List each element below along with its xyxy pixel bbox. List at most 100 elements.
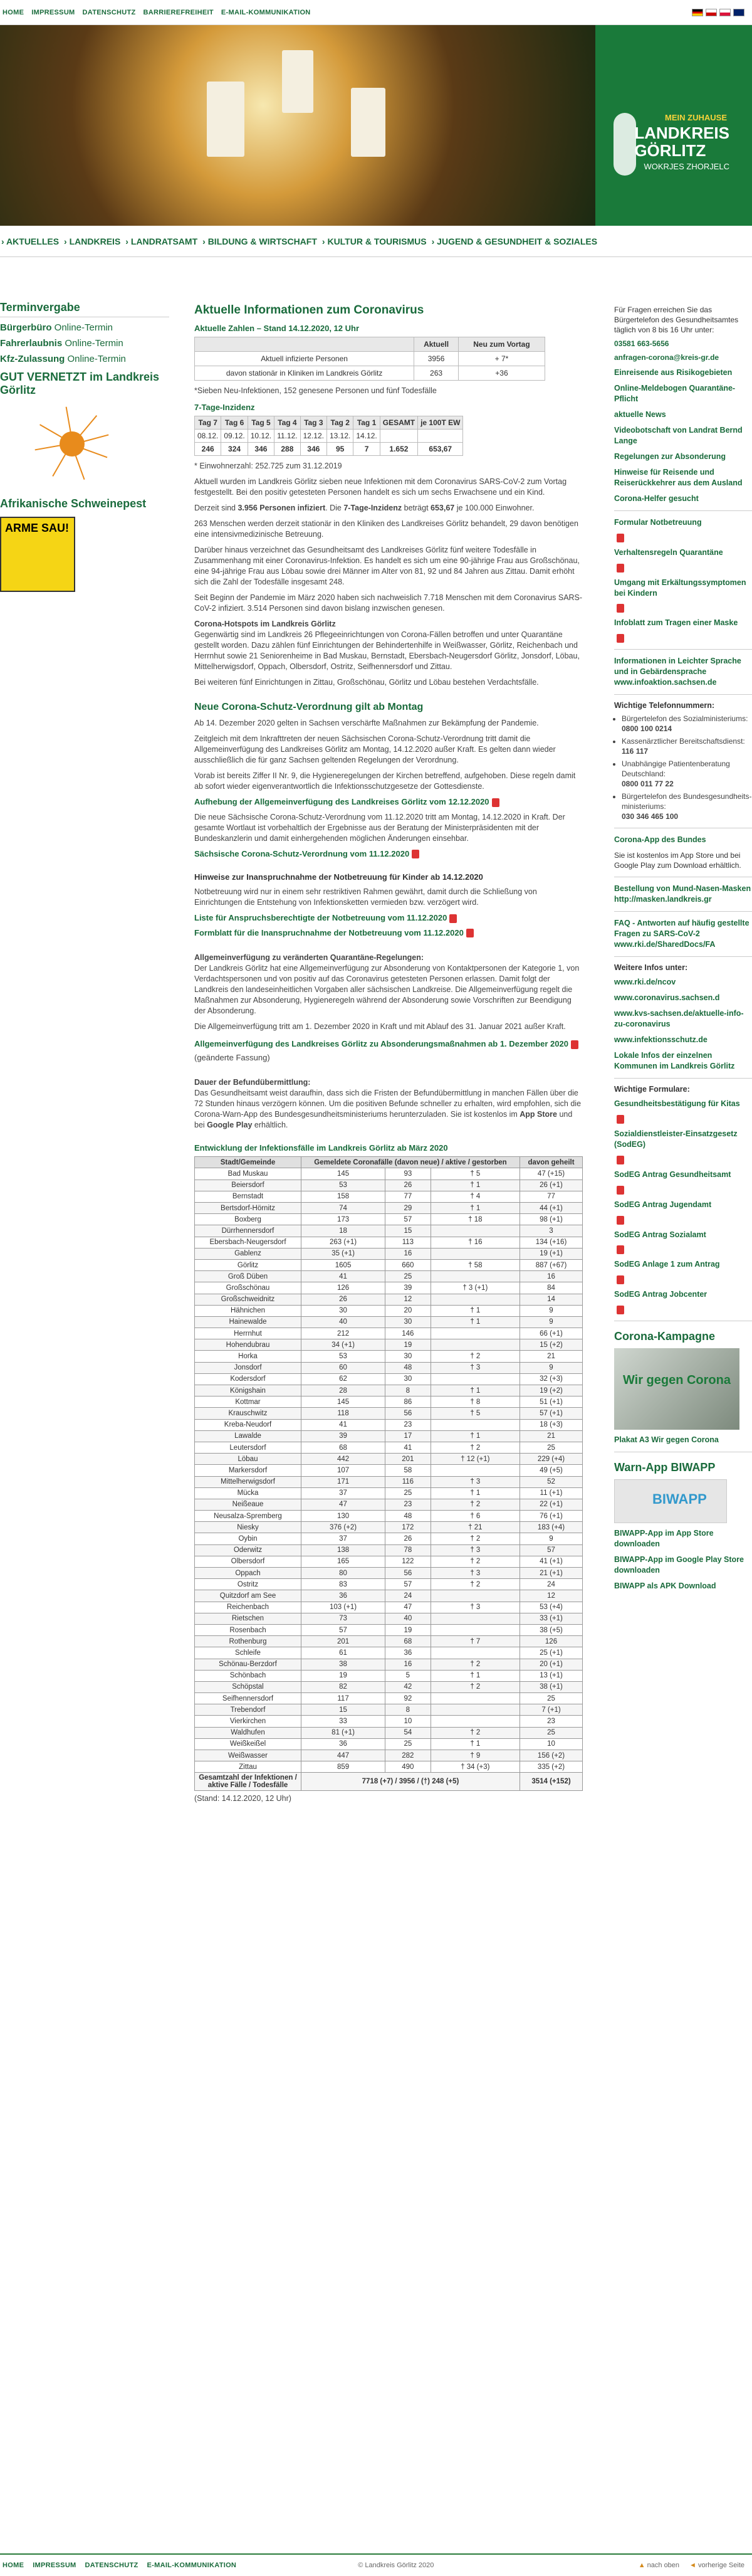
faq-link[interactable]: FAQ - Antworten auf häufig gestellte Fra… — [614, 918, 752, 950]
sidebar-link[interactable]: www.coronavirus.sachsen.d — [614, 993, 752, 1003]
flag-pl-icon[interactable] — [719, 8, 731, 16]
table-cell: Mittelherwigsdorf — [194, 1475, 301, 1488]
termin-link-kfz[interactable]: Kfz-Zulassung Online-Termin — [0, 354, 169, 364]
table-row: Hohendubrau 34 (+1) 19 15 (+2) — [194, 1339, 583, 1351]
sidebar-link[interactable]: Lokale Infos der einzelnen Kommunen im L… — [614, 1050, 752, 1072]
table-cell: 19 — [385, 1623, 431, 1637]
top-nav-datenschutz[interactable]: DATENSCHUTZ — [83, 9, 136, 16]
table-cell: 8 — [385, 1384, 431, 1397]
kampagne-image[interactable]: Wir gegen Corona — [614, 1348, 739, 1430]
app-heading[interactable]: Corona-App des Bundes — [614, 835, 752, 845]
sidebar-link[interactable]: Regelungen zur Absonderung — [614, 451, 752, 462]
table-cell: Jonsdorf — [194, 1361, 301, 1374]
sidebar-link[interactable]: Online-Meldebogen Quarantäne-Pflicht — [614, 383, 752, 404]
note-population: * Einwohnerzahl: 252.725 zum 31.12.2019 — [194, 462, 342, 470]
phone-number[interactable]: 03581 663-5656 — [614, 339, 752, 349]
phone-number[interactable]: 030 346 465 100 — [622, 811, 752, 821]
table-cell: Bad Muskau — [194, 1168, 301, 1180]
table-cell: 288 — [274, 442, 301, 456]
sidebar-link[interactable]: Gesundheitsbestätigung für Kitas — [614, 1099, 752, 1109]
sidebar-link[interactable]: Umgang mit Erkältungssymptomen bei Kinde… — [614, 578, 752, 599]
sidebar-link[interactable]: SodEG Anlage 1 zum Antrag — [614, 1259, 752, 1270]
nav-jugend[interactable]: › JUGEND & GESUNDHEIT & SOZIALES — [432, 236, 597, 246]
link-formblatt-notbetreuung[interactable]: Formblatt für die Inanspruchnahme der No… — [194, 928, 583, 938]
flag-cz-icon[interactable] — [706, 8, 717, 16]
sidebar-link[interactable]: Einreisende aus Risikogebieten — [614, 367, 752, 378]
biwapp-image[interactable]: BIWAPP — [614, 1479, 727, 1524]
table-cell: 103 (+1) — [300, 1601, 386, 1613]
back-to-top-link[interactable]: ▲ nach oben — [639, 2562, 679, 2569]
link-aufhebung[interactable]: Aufhebung der Allgemeinverfügung des Lan… — [194, 797, 583, 807]
footer-datenschutz[interactable]: DATENSCHUTZ — [85, 2562, 138, 2569]
footer-home[interactable]: HOME — [3, 2562, 24, 2569]
link-absonderung[interactable]: Allgemeinverfügung des Landkreises Görli… — [194, 1037, 583, 1065]
table-cell: † 5 — [430, 1407, 521, 1420]
table-cell: Seifhennersdorf — [194, 1692, 301, 1705]
sidebar-link[interactable]: Videobotschaft von Landrat Bernd Lange — [614, 425, 752, 446]
termin-link-fahrerlaubnis[interactable]: Fahrerlaubnis Online-Termin — [0, 338, 169, 349]
sidebar-link[interactable]: Sozialdienstleister-Einsatzgesetz (SodEG… — [614, 1129, 752, 1150]
nav-kultur[interactable]: › KULTUR & TOURISMUS — [322, 236, 427, 246]
nav-landratsamt[interactable]: › LANDRATSAMT — [125, 236, 197, 246]
table-cell: 29 — [385, 1201, 431, 1215]
sidebar-link[interactable]: SodEG Antrag Jobcenter — [614, 1289, 752, 1300]
sidebar-link[interactable]: Hinweise für Reisende und Reiserückkehre… — [614, 467, 752, 488]
sidebar-link[interactable]: SodEG Antrag Gesundheitsamt — [614, 1169, 752, 1180]
link-verordnung[interactable]: Sächsische Corona-Schutz-Verordnung vom … — [194, 849, 583, 859]
table-cell: Groß Düben — [194, 1270, 301, 1283]
email-link[interactable]: anfragen-corona@kreis-gr.de — [614, 352, 752, 362]
sidebar-link[interactable]: Infoblatt zum Tragen einer Maske — [614, 618, 752, 628]
link-suffix: Online-Termin — [62, 338, 123, 349]
table-cell: † 3 — [430, 1601, 521, 1613]
sidebar-link[interactable]: BIWAPP-App im App Store downloaden — [614, 1528, 752, 1549]
pdf-icon — [617, 533, 624, 542]
footer-impressum[interactable]: IMPRESSUM — [33, 2562, 76, 2569]
sidebar-link[interactable]: BIWAPP-App im Google Play Store download… — [614, 1555, 752, 1576]
termin-link-buergerbuero[interactable]: Bürgerbüro Online-Termin — [0, 322, 169, 333]
table-row: Boxberg 173 57 † 18 98 (+1) — [194, 1213, 583, 1226]
table-row: Ebersbach-Neugersdorf 263 (+1) 113 † 16 134 … — [194, 1236, 583, 1248]
nav-landkreis[interactable]: › LANDKREIS — [64, 236, 120, 246]
table-cell: 126 — [300, 1282, 386, 1294]
table-header: Stadt/Gemeinde — [194, 1156, 301, 1169]
phone-number[interactable]: 116 117 — [622, 746, 752, 756]
top-nav-impressum[interactable]: IMPRESSUM — [31, 9, 75, 16]
nav-aktuelles[interactable]: › AKTUELLES — [1, 236, 59, 246]
logo-name[interactable]: LANDKREIS GÖRLITZ — [634, 124, 729, 159]
sidebar-link[interactable]: www.infektionsschutz.de — [614, 1035, 752, 1045]
top-nav-barrierefreiheit[interactable]: BARRIEREFREIHEIT — [144, 9, 214, 16]
sidebar-link[interactable]: Verhaltensregeln Quarantäne — [614, 547, 752, 558]
sidebar-link[interactable]: BIWAPP als APK Download — [614, 1581, 752, 1592]
table-cell: 56 — [385, 1566, 431, 1580]
table-row: Groß Düben 41 25 16 — [194, 1270, 583, 1283]
sidebar-link[interactable]: www.kvs-sachsen.de/aktuelle-info-zu-coro… — [614, 1008, 752, 1030]
phone-number[interactable]: 0800 011 77 22 — [622, 779, 752, 789]
arme-sau-banner[interactable]: ARME SAU! — [0, 517, 75, 592]
sidebar-link[interactable]: SodEG Antrag Sozialamt — [614, 1230, 752, 1240]
link-liste-notbetreuung[interactable]: Liste für Anspruchsberechtigte der Notbe… — [194, 913, 583, 923]
top-nav-email[interactable]: E-MAIL-KOMMUNIKATION — [221, 9, 311, 16]
top-nav-home[interactable]: HOME — [3, 9, 24, 16]
leichte-sprache-link[interactable]: Informationen in Leichter Sprache und in… — [614, 656, 752, 688]
flag-gb-icon[interactable] — [733, 8, 744, 16]
table-cell: 146 — [385, 1328, 431, 1340]
table-row: Lawalde 39 17 † 1 21 — [194, 1430, 583, 1442]
sidebar-link[interactable]: aktuelle News — [614, 409, 752, 420]
plakat-link[interactable]: Plakat A3 Wir gegen Corona — [614, 1435, 752, 1445]
phone-number[interactable]: 0800 100 0214 — [622, 724, 752, 734]
table-cell: 3956 — [414, 351, 459, 366]
table-cell — [430, 1270, 521, 1283]
flag-de-icon[interactable] — [692, 8, 703, 16]
sidebar-link[interactable]: www.rki.de/ncov — [614, 977, 752, 988]
sidebar-link[interactable]: Formular Notbetreuung — [614, 517, 752, 528]
sidebar-link[interactable]: SodEG Antrag Jugendamt — [614, 1200, 752, 1210]
nav-bildung[interactable]: › BILDUNG & WIRTSCHAFT — [202, 236, 317, 246]
table-cell: Ebersbach-Neugersdorf — [194, 1236, 301, 1248]
logo-feet-icon — [614, 113, 636, 176]
spider-network-icon[interactable] — [34, 406, 109, 480]
sidebar-link[interactable]: Corona-Helfer gesucht — [614, 494, 752, 504]
masken-link[interactable]: Bestellung von Mund-Nasen-Masken http://… — [614, 884, 752, 905]
previous-page-link[interactable]: ◄ vorherige Seite — [689, 2562, 744, 2569]
table-cell: Löbau — [194, 1453, 301, 1465]
footer-email[interactable]: E-MAIL-KOMMUNIKATION — [147, 2562, 237, 2569]
